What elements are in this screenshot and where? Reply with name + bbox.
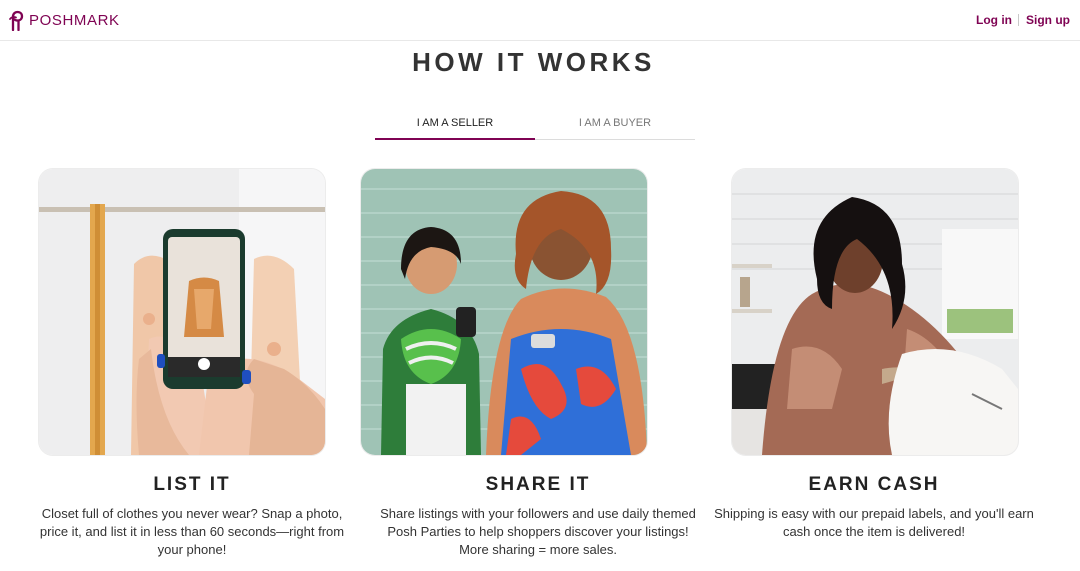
poshmark-p-icon xyxy=(9,10,24,31)
step-title-share-it: SHARE IT xyxy=(485,474,591,495)
list-it-image xyxy=(39,169,325,455)
signup-link[interactable]: Sign up xyxy=(1026,13,1070,27)
step-title-list-it: LIST IT xyxy=(153,474,231,495)
step-desc-earn-cash: Shipping is easy with our prepaid labels… xyxy=(714,506,1034,539)
step-desc-share-it: Share listings with your followers and u… xyxy=(380,506,696,557)
earn-cash-image xyxy=(732,169,1018,455)
auth-links: Log in Sign up xyxy=(976,13,1070,27)
tab-buyer[interactable]: I AM A BUYER xyxy=(535,108,695,139)
top-header: POSHMARK Log in Sign up xyxy=(0,0,1080,41)
role-tabs: I AM A SELLER I AM A BUYER xyxy=(375,108,695,140)
auth-divider xyxy=(1018,14,1019,26)
share-it-image xyxy=(361,169,647,455)
step-desc-list-it: Closet full of clothes you never wear? S… xyxy=(39,506,345,557)
page-title: HOW IT WORKS xyxy=(412,47,655,77)
tab-seller[interactable]: I AM A SELLER xyxy=(375,108,535,140)
step-title-earn-cash: EARN CASH xyxy=(808,474,940,495)
login-link[interactable]: Log in xyxy=(976,13,1012,27)
brand-wordmark: POSHMARK xyxy=(29,11,120,29)
poshmark-logo[interactable]: POSHMARK xyxy=(8,9,120,31)
